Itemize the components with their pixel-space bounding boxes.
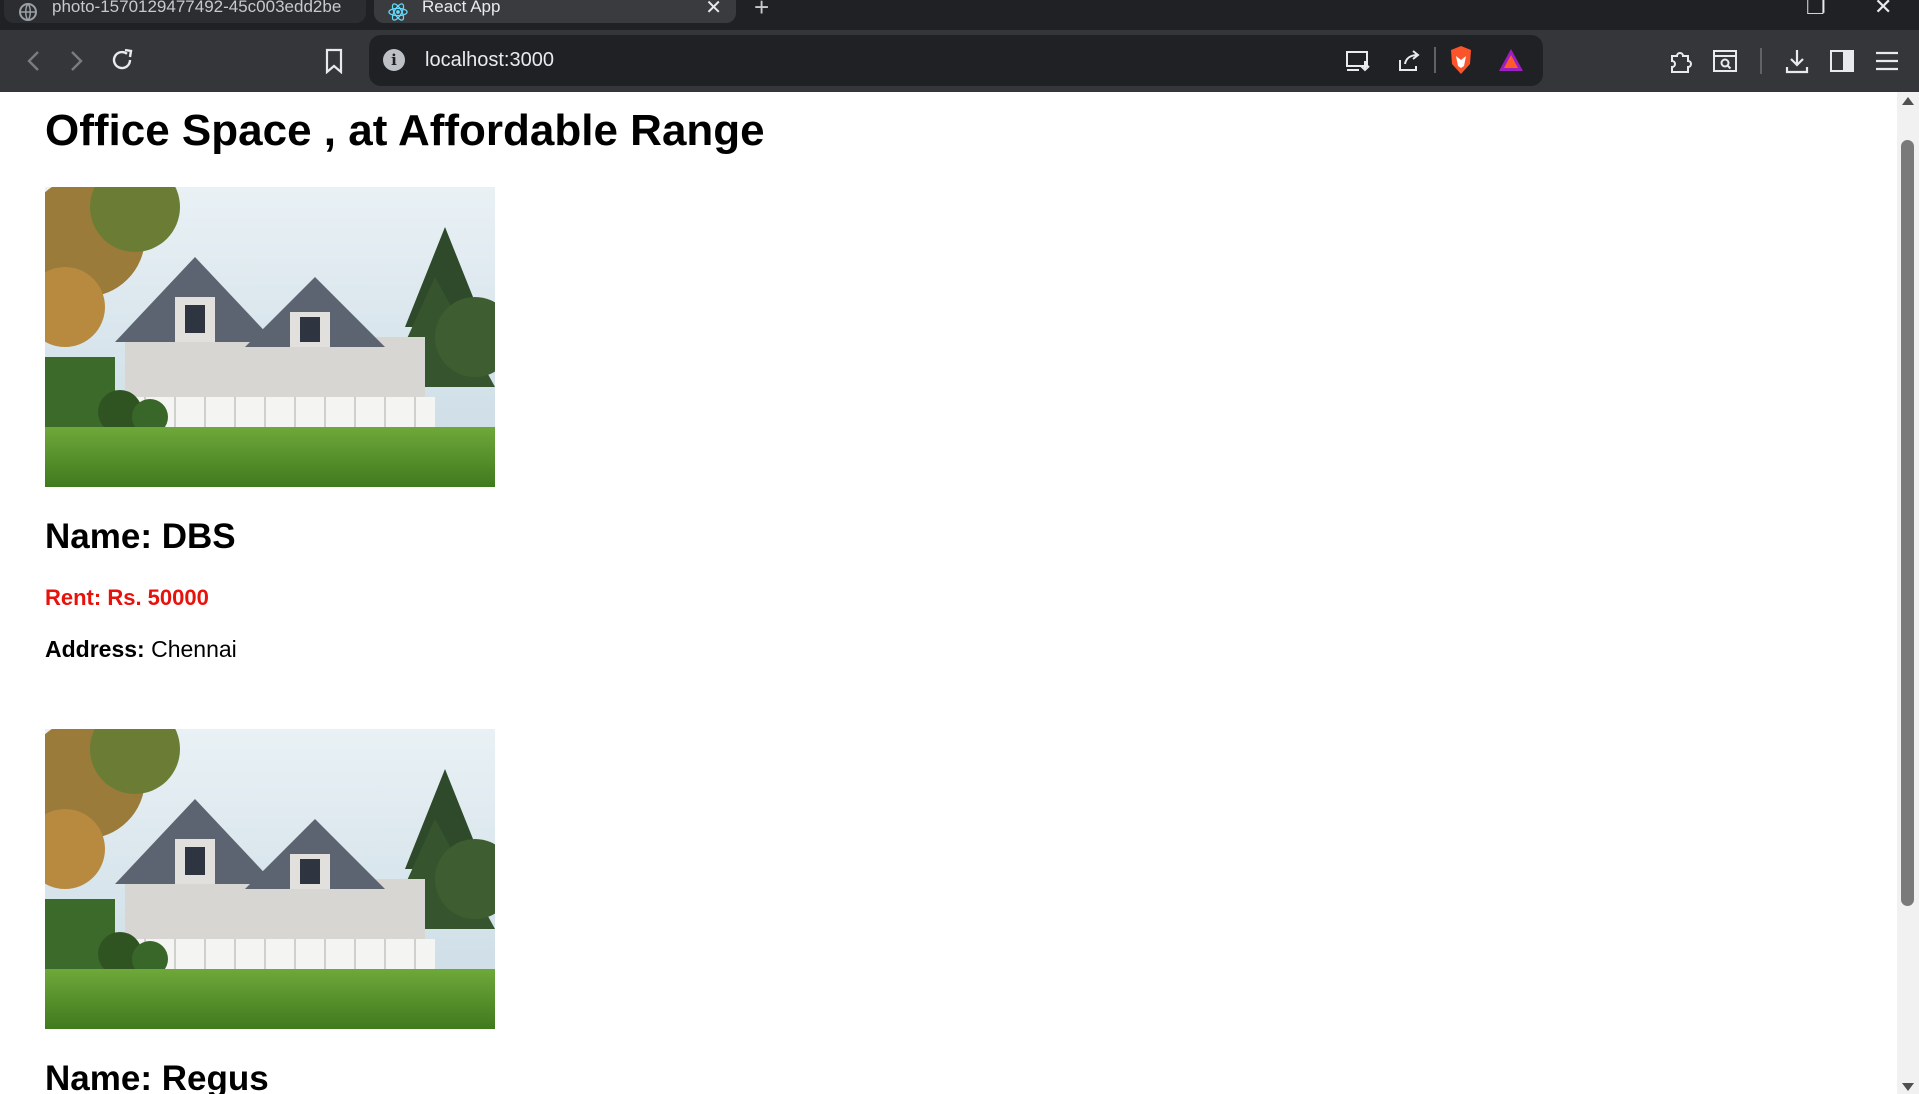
office-name: Name: DBS xyxy=(45,517,236,556)
page-viewport: Office Space , at Affordable Range Name:… xyxy=(0,92,1897,1094)
brave-rewards-icon[interactable] xyxy=(1493,42,1529,78)
forward-icon[interactable] xyxy=(58,43,94,79)
share-icon[interactable] xyxy=(1391,43,1427,79)
close-window-icon[interactable]: ✕ xyxy=(1874,0,1892,20)
tab-photo[interactable]: photo-1570129477492-45c003edd2be xyxy=(4,0,366,23)
office-name: Name: Regus xyxy=(45,1059,269,1094)
sidebar-icon[interactable] xyxy=(1824,43,1860,79)
office-photo xyxy=(45,187,495,487)
office-card: Name: DBS Rent: Rs. 50000 Address: Chenn… xyxy=(45,187,645,662)
tab-react-app[interactable]: React App ✕ xyxy=(374,0,736,23)
office-card: Name: Regus xyxy=(45,729,645,1094)
office-rent: Rent: Rs. 50000 xyxy=(45,585,209,610)
tab-title: photo-1570129477492-45c003edd2be xyxy=(52,0,342,16)
menu-icon[interactable] xyxy=(1869,43,1905,79)
tab-title: React App xyxy=(422,0,501,16)
bookmark-icon[interactable] xyxy=(316,43,352,79)
address-bar[interactable]: i localhost:3000 xyxy=(369,35,1543,86)
downloads-icon[interactable] xyxy=(1779,43,1815,79)
new-tab-icon[interactable]: + xyxy=(754,0,769,23)
scroll-thumb[interactable] xyxy=(1901,140,1914,906)
toolbar-divider xyxy=(1760,48,1762,74)
back-icon[interactable] xyxy=(16,43,52,79)
address-label: Address: xyxy=(45,636,145,662)
wallet-search-icon[interactable] xyxy=(1707,43,1743,79)
react-icon xyxy=(388,2,408,22)
close-tab-icon[interactable]: ✕ xyxy=(705,0,722,20)
page-scrollbar[interactable] xyxy=(1897,92,1919,1094)
browser-toolbar: i localhost:3000 xyxy=(0,30,1919,92)
scroll-down-icon[interactable] xyxy=(1902,1083,1914,1091)
office-photo xyxy=(45,729,495,1029)
reload-icon[interactable] xyxy=(104,42,140,78)
globe-icon xyxy=(18,2,38,22)
office-address: Address: Chennai xyxy=(45,636,237,663)
url-text[interactable]: localhost:3000 xyxy=(425,49,554,72)
page-title: Office Space , at Affordable Range xyxy=(45,106,765,155)
install-app-icon[interactable] xyxy=(1341,43,1377,79)
site-info-icon[interactable]: i xyxy=(383,49,405,71)
tab-strip: photo-1570129477492-45c003edd2be React A… xyxy=(0,0,1919,30)
scroll-up-icon[interactable] xyxy=(1902,97,1914,105)
restore-window-icon[interactable]: ❐ xyxy=(1806,0,1826,20)
address-value: Chennai xyxy=(144,636,237,662)
extensions-icon[interactable] xyxy=(1663,43,1699,79)
brave-shields-icon[interactable] xyxy=(1443,42,1479,78)
toolbar-divider xyxy=(1434,47,1436,73)
